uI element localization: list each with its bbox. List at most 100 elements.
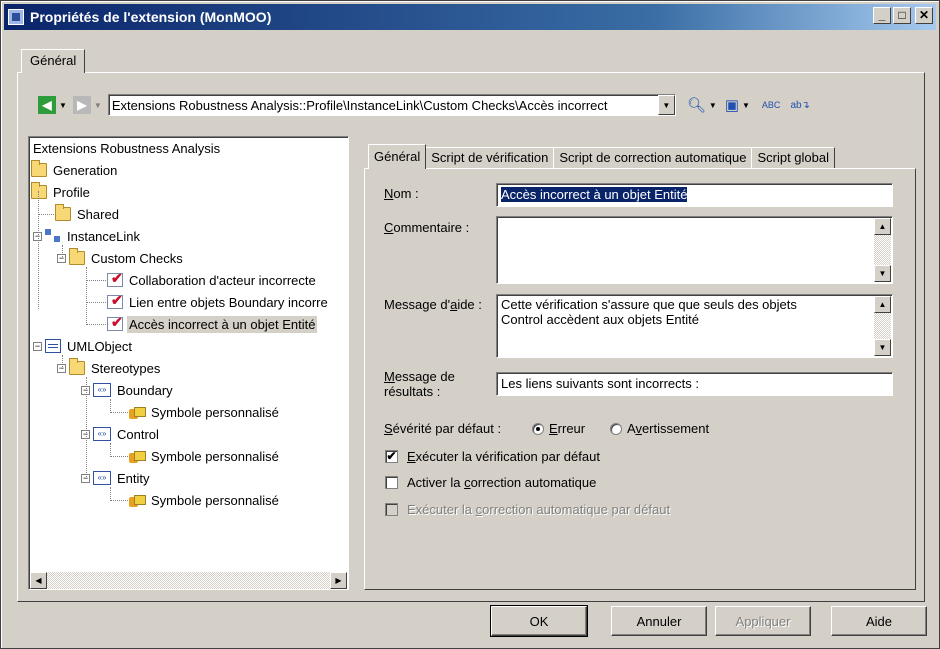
tab-general[interactable]: Général xyxy=(368,144,427,169)
custom-check-icon xyxy=(107,270,123,287)
title-bar[interactable]: Propriétés de l'extension (MonMOO) _ □ ✕ xyxy=(4,4,936,30)
comment-field[interactable]: ▲ ▼ xyxy=(496,216,893,284)
run-check-default-label[interactable]: Exécuter la vérification par défaut xyxy=(407,449,600,464)
name-field[interactable]: Accès incorrect à un objet Entité xyxy=(496,183,893,207)
window-controls: _ □ ✕ xyxy=(873,7,933,24)
tree-line xyxy=(86,377,87,479)
help-button[interactable]: Aide xyxy=(831,606,927,636)
cancel-button[interactable]: Annuler xyxy=(611,606,707,636)
severity-label: Sévérité par défaut : xyxy=(384,421,502,436)
help-scrollbar[interactable]: ▲ ▼ xyxy=(874,296,891,356)
tree-node-control-symbol[interactable]: Symbole personnalisé xyxy=(129,445,281,467)
scroll-up-icon[interactable]: ▲ xyxy=(874,218,891,235)
help-message-field[interactable]: Cette vérification s'assure que que seul… xyxy=(496,294,893,358)
folder-icon xyxy=(31,160,47,177)
tree-line xyxy=(86,302,106,303)
tree-node-boundary-symbol[interactable]: Symbole personnalisé xyxy=(129,401,281,423)
severity-error-radio[interactable]: Erreur xyxy=(532,421,585,436)
tree-line xyxy=(110,487,111,501)
scroll-up-icon[interactable]: ▲ xyxy=(874,296,891,313)
tree-node-control[interactable]: − «» Control xyxy=(81,423,161,445)
custom-symbol-icon xyxy=(129,493,146,507)
scroll-left-icon[interactable]: ◀ xyxy=(30,572,47,589)
scroll-down-icon[interactable]: ▼ xyxy=(874,265,891,282)
tree-node-instancelink[interactable]: − InstanceLink xyxy=(33,225,142,247)
custom-symbol-icon xyxy=(129,449,146,463)
enable-autofix-checkbox[interactable] xyxy=(385,476,398,489)
folder-icon xyxy=(69,358,85,375)
tree-node-check-3-selected[interactable]: Accès incorrect à un objet Entité xyxy=(107,313,318,335)
folder-icon xyxy=(31,182,47,199)
path-dropdown-button[interactable]: ▼ xyxy=(657,95,675,115)
tree-line xyxy=(110,443,111,457)
comment-scrollbar[interactable]: ▲ ▼ xyxy=(874,218,891,282)
scroll-right-icon[interactable]: ▶ xyxy=(330,572,347,589)
tree-line xyxy=(38,214,54,215)
tree-horizontal-scrollbar[interactable]: ◀ ▶ xyxy=(30,572,347,589)
enable-autofix-label[interactable]: Activer la correction automatique xyxy=(407,475,596,490)
tree-node-check-2[interactable]: Lien entre objets Boundary incorre xyxy=(107,291,330,313)
tab-global-script[interactable]: Script global xyxy=(751,147,836,169)
radio-selected-icon[interactable] xyxy=(532,423,544,435)
app-icon xyxy=(8,9,24,25)
tab-check-script[interactable]: Script de vérification xyxy=(425,147,555,169)
tree-line xyxy=(86,280,106,281)
tree-node-stereotypes[interactable]: − Stereotypes xyxy=(57,357,162,379)
object-path-combo[interactable]: Extensions Robustness Analysis::Profile\… xyxy=(107,94,676,116)
tree-root[interactable]: Extensions Robustness Analysis xyxy=(31,137,222,159)
back-arrow-icon[interactable]: ◀ xyxy=(38,96,56,114)
tab-general-outer[interactable]: Général xyxy=(21,49,86,73)
name-label: Nom : xyxy=(384,186,419,201)
tree-node-boundary[interactable]: − «» Boundary xyxy=(81,379,175,401)
tree-node-profile[interactable]: Profile xyxy=(31,181,92,203)
close-button[interactable]: ✕ xyxy=(915,7,933,24)
tree-line xyxy=(110,412,128,413)
umlobject-icon xyxy=(45,339,61,353)
folder-icon xyxy=(55,204,71,221)
run-autofix-default-checkbox xyxy=(385,503,398,516)
properties-dialog: Propriétés de l'extension (MonMOO) _ □ ✕… xyxy=(0,0,940,649)
minimize-button[interactable]: _ xyxy=(873,7,891,24)
custom-check-icon xyxy=(107,292,123,309)
tree-node-shared[interactable]: Shared xyxy=(55,203,121,225)
save-dropdown-icon[interactable]: ▼ xyxy=(742,101,750,110)
scroll-down-icon[interactable]: ▼ xyxy=(874,339,891,356)
collapse-icon[interactable]: − xyxy=(33,341,42,351)
inner-tab-strip: Général Script de vérification Script de… xyxy=(368,144,836,169)
help-message-label: Message d'aide : xyxy=(384,297,482,312)
tree-line xyxy=(110,399,111,413)
run-autofix-default-label: Exécuter la correction automatique par d… xyxy=(407,502,671,517)
back-dropdown-icon[interactable]: ▼ xyxy=(59,101,67,110)
tree-node-generation[interactable]: Generation xyxy=(31,159,119,181)
find-icon[interactable]: 🔍︎ xyxy=(687,96,706,114)
radio-icon[interactable] xyxy=(610,423,622,435)
comment-label: Commentaire : xyxy=(384,220,470,235)
extension-tree[interactable]: Extensions Robustness Analysis Generatio… xyxy=(28,136,349,590)
save-icon[interactable]: ▣ xyxy=(725,96,739,114)
tree-line xyxy=(86,324,106,325)
spellcheck-icon[interactable]: ABC xyxy=(762,100,781,110)
stereotype-icon: «» xyxy=(93,383,111,397)
tab-autofix-script[interactable]: Script de correction automatique xyxy=(553,147,753,169)
tree-node-entity[interactable]: − «» Entity xyxy=(81,467,152,489)
ok-button[interactable]: OK xyxy=(490,605,588,637)
tree-node-entity-symbol[interactable]: Symbole personnalisé xyxy=(129,489,281,511)
result-message-field[interactable]: Les liens suivants sont incorrects : xyxy=(496,372,893,396)
find-dropdown-icon[interactable]: ▼ xyxy=(709,101,717,110)
folder-icon xyxy=(69,248,85,265)
scrollbar-track[interactable] xyxy=(47,572,330,589)
tree-line xyxy=(62,355,63,369)
result-message-label: Message de résultats : xyxy=(384,369,455,399)
tree-node-check-1[interactable]: Collaboration d'acteur incorrecte xyxy=(107,269,318,291)
tree-line xyxy=(62,245,63,259)
tree-node-custom-checks[interactable]: − Custom Checks xyxy=(57,247,185,269)
custom-symbol-icon xyxy=(129,405,146,419)
replace-icon[interactable]: ab↴ xyxy=(790,100,810,111)
tree-line xyxy=(38,191,39,309)
severity-warning-radio[interactable]: Avertissement xyxy=(610,421,709,436)
maximize-button[interactable]: □ xyxy=(893,7,911,24)
forward-arrow-icon: ▶ xyxy=(72,96,91,114)
tree-node-umlobject[interactable]: − UMLObject xyxy=(33,335,134,357)
run-check-default-checkbox[interactable]: ✔ xyxy=(385,450,398,463)
stereotype-icon: «» xyxy=(93,471,111,485)
